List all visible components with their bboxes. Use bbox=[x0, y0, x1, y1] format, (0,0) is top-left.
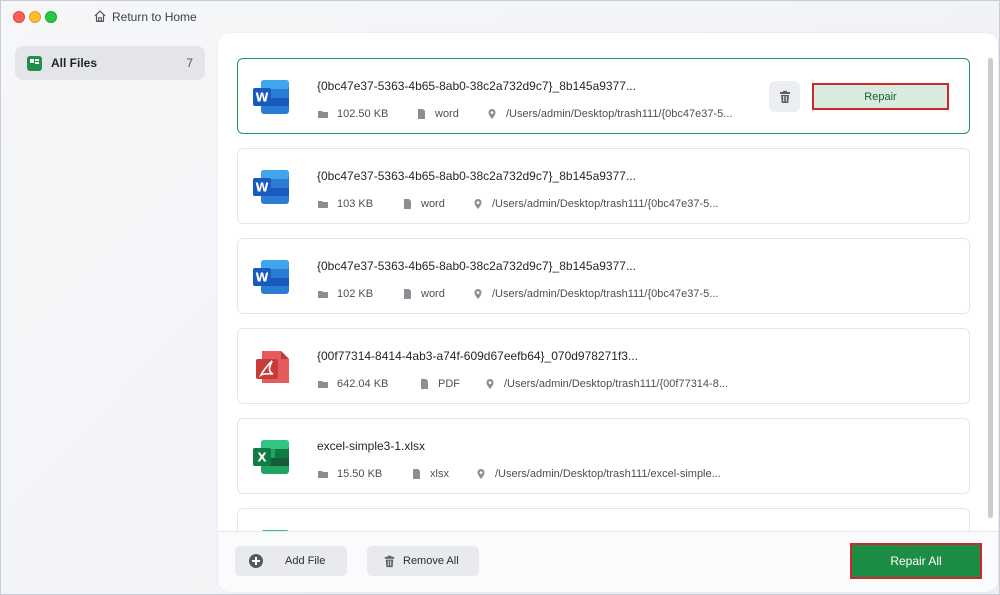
file-size-value: 102.50 KB bbox=[337, 108, 389, 120]
footer-toolbar: Add File Remove All Repair All bbox=[218, 531, 998, 592]
home-icon bbox=[93, 9, 107, 26]
file-path-value: /Users/admin/Desktop/trash111/{00f77314-… bbox=[504, 378, 728, 390]
file-category-icon bbox=[27, 55, 42, 71]
file-type: word bbox=[401, 198, 445, 210]
app-window: Return to Home All Files 7 W {0bc47e37-5… bbox=[0, 0, 1000, 595]
folder-icon bbox=[318, 201, 328, 208]
file-card[interactable]: W {0bc47e37-5363-4b65-8ab0-38c2a732d9c7}… bbox=[237, 238, 970, 314]
svg-text:X: X bbox=[257, 451, 267, 465]
file-size: 103 KB bbox=[317, 198, 373, 210]
file-size-value: 15.50 KB bbox=[337, 468, 383, 480]
delete-file-button[interactable] bbox=[769, 81, 800, 112]
trash-icon bbox=[384, 555, 395, 567]
svg-text:W: W bbox=[255, 91, 268, 105]
folder-icon bbox=[318, 381, 328, 388]
file-card[interactable]: W {0bc47e37-5363-4b65-8ab0-38c2a732d9c7}… bbox=[237, 148, 970, 224]
add-file-label: Add File bbox=[285, 555, 326, 567]
file-type: word bbox=[401, 288, 445, 300]
file-path-value: /Users/admin/Desktop/trash111/{0bc47e37-… bbox=[506, 108, 733, 120]
svg-text:W: W bbox=[255, 271, 268, 285]
sidebar-item-label: All Files bbox=[51, 56, 98, 70]
document-icon bbox=[413, 469, 420, 479]
file-type-value: xlsx bbox=[430, 468, 449, 480]
file-size-value: 642.04 KB bbox=[337, 378, 389, 390]
excel-icon: X bbox=[251, 437, 291, 477]
location-pin-icon bbox=[474, 199, 482, 209]
folder-icon bbox=[318, 291, 328, 298]
sidebar-item-count: 7 bbox=[186, 56, 193, 70]
title-bar: Return to Home bbox=[1, 1, 999, 33]
scrollbar[interactable] bbox=[988, 58, 993, 518]
file-type-value: word bbox=[421, 288, 445, 300]
file-size: 102 KB bbox=[317, 288, 373, 300]
file-name: {0bc47e37-5363-4b65-8ab0-38c2a732d9c7}_8… bbox=[317, 79, 636, 93]
file-name: excel-simple3-1.xlsx bbox=[317, 439, 426, 453]
folder-icon bbox=[318, 111, 328, 118]
folder-icon bbox=[318, 471, 328, 478]
file-path: /Users/admin/Desktop/trash111/{0bc47e37-… bbox=[472, 198, 718, 210]
file-card[interactable] bbox=[237, 508, 970, 531]
document-icon bbox=[404, 199, 411, 209]
file-type: PDF bbox=[418, 378, 460, 390]
file-name: {0bc47e37-5363-4b65-8ab0-38c2a732d9c7}_8… bbox=[317, 169, 636, 183]
add-file-button[interactable]: Add File bbox=[235, 546, 347, 576]
file-size-value: 103 KB bbox=[337, 198, 374, 210]
remove-all-button[interactable]: Remove All bbox=[367, 546, 479, 576]
sidebar-item-all-files[interactable]: All Files 7 bbox=[15, 46, 205, 80]
word-icon: W bbox=[251, 257, 291, 297]
close-window-button[interactable] bbox=[13, 11, 25, 23]
return-to-home-label: Return to Home bbox=[112, 10, 197, 24]
file-size: 15.50 KB bbox=[317, 468, 382, 480]
file-card[interactable]: X excel-simple3-1.xlsx 15.50 KB xlsx /Us… bbox=[237, 418, 970, 494]
zoom-window-button[interactable] bbox=[45, 11, 57, 23]
file-path-value: /Users/admin/Desktop/trash111/{0bc47e37-… bbox=[492, 288, 719, 300]
file-path: /Users/admin/Desktop/trash111/{0bc47e37-… bbox=[472, 288, 718, 300]
remove-all-label: Remove All bbox=[403, 555, 459, 567]
location-pin-icon bbox=[486, 379, 494, 389]
pdf-icon bbox=[251, 347, 291, 387]
svg-text:W: W bbox=[255, 181, 268, 195]
document-icon bbox=[404, 289, 411, 299]
word-icon: W bbox=[251, 167, 291, 207]
file-path: /Users/admin/Desktop/trash111/{00f77314-… bbox=[484, 378, 728, 390]
file-size-value: 102 KB bbox=[337, 288, 374, 300]
file-path: /Users/admin/Desktop/trash111/{0bc47e37-… bbox=[486, 108, 732, 120]
file-size: 102.50 KB bbox=[317, 108, 388, 120]
file-card[interactable]: {00f77314-8414-4ab3-a74f-609d67eefb64}_0… bbox=[237, 328, 970, 404]
file-list[interactable]: W {0bc47e37-5363-4b65-8ab0-38c2a732d9c7}… bbox=[218, 33, 988, 531]
file-type: word bbox=[415, 108, 459, 120]
word-icon: W bbox=[251, 77, 291, 117]
file-type: xlsx bbox=[410, 468, 449, 480]
file-name: {00f77314-8414-4ab3-a74f-609d67eefb64}_0… bbox=[317, 349, 638, 363]
file-list-panel: W {0bc47e37-5363-4b65-8ab0-38c2a732d9c7}… bbox=[218, 33, 998, 592]
file-size: 642.04 KB bbox=[317, 378, 388, 390]
return-to-home-link[interactable]: Return to Home bbox=[93, 9, 197, 25]
file-type-value: word bbox=[435, 108, 459, 120]
document-icon bbox=[421, 379, 428, 389]
file-type-value: PDF bbox=[438, 378, 460, 390]
file-path-value: /Users/admin/Desktop/trash111/excel-simp… bbox=[495, 468, 721, 480]
file-path: /Users/admin/Desktop/trash111/excel-simp… bbox=[475, 468, 721, 480]
file-name: {0bc47e37-5363-4b65-8ab0-38c2a732d9c7}_8… bbox=[317, 259, 636, 273]
add-icon bbox=[249, 554, 263, 568]
trash-icon bbox=[779, 90, 790, 103]
location-pin-icon bbox=[477, 469, 485, 479]
file-type-value: word bbox=[421, 198, 445, 210]
minimize-window-button[interactable] bbox=[29, 11, 41, 23]
file-card[interactable]: W {0bc47e37-5363-4b65-8ab0-38c2a732d9c7}… bbox=[237, 58, 970, 134]
file-path-value: /Users/admin/Desktop/trash111/{0bc47e37-… bbox=[492, 198, 719, 210]
repair-all-button[interactable]: Repair All bbox=[850, 543, 982, 579]
document-icon bbox=[418, 109, 425, 119]
sidebar: All Files 7 bbox=[1, 33, 216, 595]
location-pin-icon bbox=[488, 109, 496, 119]
repair-button[interactable]: Repair bbox=[812, 83, 949, 110]
location-pin-icon bbox=[474, 289, 482, 299]
